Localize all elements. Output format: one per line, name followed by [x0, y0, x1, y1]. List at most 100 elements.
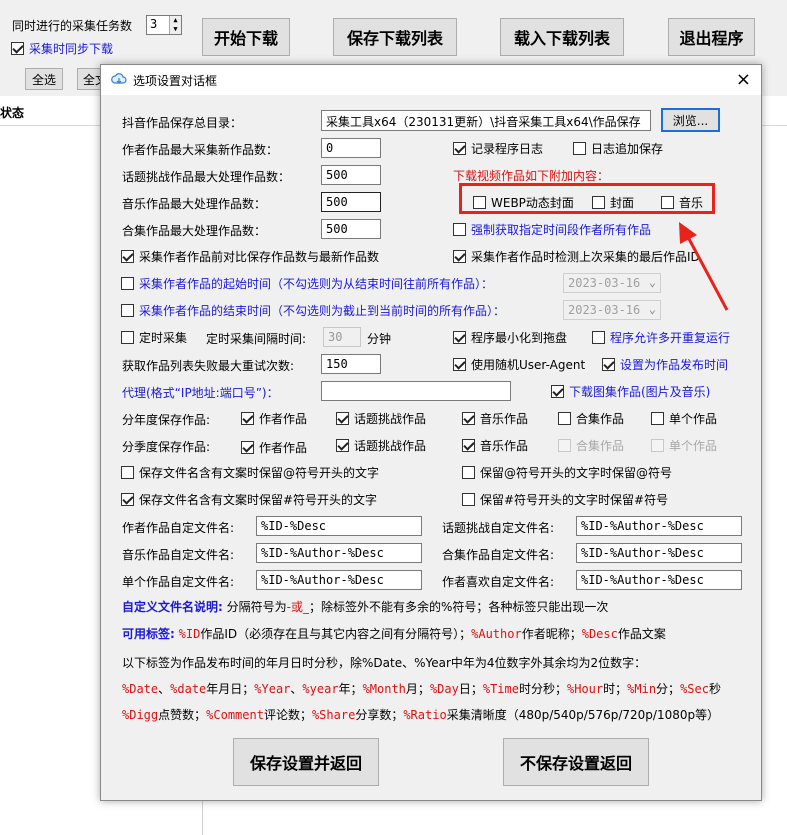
keep-at-text-option[interactable]: 保存文件名含有文案时保留@符号开头的文字 — [121, 464, 379, 481]
proxy-input[interactable] — [321, 381, 511, 401]
by-quarter-label: 分季度保存作品: — [122, 440, 211, 454]
retry-input[interactable]: 150 — [321, 354, 381, 374]
keep-at-text-checkbox[interactable] — [121, 466, 134, 479]
interval-input[interactable]: 30 — [323, 327, 361, 347]
single-filename-input[interactable]: %ID-%Author-%Desc — [256, 570, 422, 590]
select-all-button[interactable]: 全选 — [25, 68, 63, 90]
quarter-topic-checkbox[interactable] — [336, 439, 349, 452]
close-icon[interactable]: × — [736, 69, 751, 90]
collection-filename-input[interactable]: %ID-%Author-%Desc — [576, 543, 742, 563]
keep-at-symbol-checkbox[interactable] — [462, 466, 475, 479]
year-single-option[interactable]: 单个作品 — [651, 410, 717, 427]
tag-month-desc: 月； — [405, 682, 430, 696]
tag-share: %Share — [311, 708, 356, 722]
liked-filename-label: 作者喜欢自定文件名: — [442, 575, 555, 589]
spinner-arrows-icon[interactable]: ▲ ▼ — [169, 16, 181, 34]
topic-filename-input[interactable]: %ID-%Author-%Desc — [576, 516, 742, 536]
task-count-spinner[interactable]: 3 ▲ ▼ — [146, 15, 182, 35]
collection-max-input[interactable]: 500 — [321, 219, 381, 239]
note-time-tags: %Date、%date年月日；%Year、%year年；%Month月；%Day… — [122, 680, 721, 697]
author-max-input[interactable]: 0 — [321, 138, 381, 158]
force-fetch-option[interactable]: 强制获取指定时间段作者所有作品 — [453, 221, 651, 238]
year-author-option[interactable]: 作者作品 — [241, 410, 307, 427]
quarter-single-checkbox[interactable] — [651, 439, 664, 452]
keep-hash-text-checkbox[interactable] — [121, 493, 134, 506]
start-download-button[interactable]: 开始下载 — [202, 18, 290, 56]
set-publish-time-option[interactable]: 设置为作品发布时间 — [602, 356, 728, 373]
quarter-topic-option[interactable]: 话题挑战作品 — [336, 437, 426, 454]
keep-at-text-label: 保存文件名含有文案时保留@符号开头的文字 — [139, 466, 380, 480]
tag-author-desc: 作者昵称； — [521, 627, 582, 641]
quarter-author-checkbox[interactable] — [241, 441, 254, 454]
download-image-works-option[interactable]: 下载图集作品(图片及音乐) — [551, 383, 710, 400]
timed-collect-option[interactable]: 定时采集 — [121, 329, 187, 346]
dialog-titlebar[interactable]: 选项设置对话框 × — [101, 65, 761, 95]
check-last-id-checkbox[interactable] — [453, 250, 466, 263]
minimize-tray-label: 程序最小化到拖盘 — [471, 331, 568, 345]
year-collection-checkbox[interactable] — [558, 412, 571, 425]
year-topic-checkbox[interactable] — [336, 412, 349, 425]
record-log-option[interactable]: 记录程序日志 — [453, 140, 543, 157]
keep-at-symbol-option[interactable]: 保留@符号开头的文字时保留@符号 — [462, 464, 672, 481]
minimize-tray-checkbox[interactable] — [453, 331, 466, 344]
year-collection-option[interactable]: 合集作品 — [558, 410, 624, 427]
save-list-button[interactable]: 保存下载列表 — [333, 18, 457, 56]
start-time-option[interactable]: 采集作者作品的起始时间（不勾选则为从结束时间往前所有作品）： — [121, 275, 493, 292]
end-time-label: 采集作者作品的结束时间（不勾选则为截止到当前时间的所有作品）： — [139, 304, 506, 318]
exit-button[interactable]: 退出程序 — [668, 18, 755, 56]
sync-download-checkbox[interactable] — [11, 42, 24, 55]
quarter-author-option[interactable]: 作者作品 — [241, 439, 307, 456]
download-image-works-label: 下载图集作品(图片及音乐) — [569, 385, 711, 399]
keep-hash-text-option[interactable]: 保存文件名含有文案时保留#符号开头的文字 — [121, 491, 377, 508]
compare-count-option[interactable]: 采集作者作品前对比保存作品数与最新作品数 — [121, 248, 379, 265]
tag-year-desc: 年； — [338, 682, 363, 696]
allow-multi-option[interactable]: 程序允许多开重复运行 — [592, 329, 730, 346]
quarter-collection-option[interactable]: 合集作品 — [558, 437, 624, 454]
year-topic-option[interactable]: 话题挑战作品 — [336, 410, 426, 427]
status-column-header[interactable]: 状态 — [0, 104, 24, 121]
random-ua-checkbox[interactable] — [453, 358, 466, 371]
start-date-picker[interactable]: 2023-03-16 ⌄ — [563, 273, 661, 293]
sync-download-option[interactable]: 采集时同步下载 — [11, 40, 113, 57]
save-dir-input[interactable]: 采集工具x64（230131更新）\抖音采集工具x64\作品保存 — [321, 110, 651, 131]
start-time-checkbox[interactable] — [121, 277, 134, 290]
timed-collect-checkbox[interactable] — [121, 331, 134, 344]
nosave-return-button[interactable]: 不保存设置返回 — [503, 738, 649, 786]
quarter-music-option[interactable]: 音乐作品 — [462, 437, 528, 454]
music-filename-input[interactable]: %ID-%Author-%Desc — [256, 543, 422, 563]
year-single-checkbox[interactable] — [651, 412, 664, 425]
topic-max-input[interactable]: 500 — [321, 165, 381, 185]
keep-hash-symbol-option[interactable]: 保留#符号开头的文字时保留#符号 — [462, 491, 668, 508]
load-list-button[interactable]: 载入下载列表 — [500, 18, 624, 56]
author-filename-input[interactable]: %ID-%Desc — [256, 516, 422, 536]
allow-multi-checkbox[interactable] — [592, 331, 605, 344]
save-return-button[interactable]: 保存设置并返回 — [233, 738, 379, 786]
browse-button[interactable]: 浏览... — [661, 108, 720, 132]
log-append-checkbox[interactable] — [573, 142, 586, 155]
set-publish-time-checkbox[interactable] — [602, 358, 615, 371]
log-append-option[interactable]: 日志追加保存 — [573, 140, 663, 157]
end-time-checkbox[interactable] — [121, 304, 134, 317]
music-max-input[interactable]: 500 — [321, 192, 381, 212]
record-log-checkbox[interactable] — [453, 142, 466, 155]
end-date-picker[interactable]: 2023-03-16 ⌄ — [563, 300, 661, 320]
minimize-tray-option[interactable]: 程序最小化到拖盘 — [453, 329, 567, 346]
year-author-checkbox[interactable] — [241, 412, 254, 425]
year-music-checkbox[interactable] — [462, 412, 475, 425]
year-music-option[interactable]: 音乐作品 — [462, 410, 528, 427]
quarter-music-checkbox[interactable] — [462, 439, 475, 452]
download-image-works-checkbox[interactable] — [551, 385, 564, 398]
check-last-id-option[interactable]: 采集作者作品时检测上次采集的最后作品ID — [453, 248, 700, 265]
note-separator: 自定义文件名说明: 分隔符号为-或_；除标签外不能有多余的%符号；各种标签只能出… — [122, 598, 608, 615]
compare-count-checkbox[interactable] — [121, 250, 134, 263]
note-tags-title: 可用标签: — [122, 627, 175, 641]
keep-hash-symbol-checkbox[interactable] — [462, 493, 475, 506]
tag-month: %Month — [362, 682, 406, 696]
keep-hash-text-label: 保存文件名含有文案时保留#符号开头的文字 — [139, 493, 378, 507]
quarter-collection-checkbox[interactable] — [558, 439, 571, 452]
liked-filename-input[interactable]: %ID-%Author-%Desc — [576, 570, 742, 590]
force-fetch-checkbox[interactable] — [453, 223, 466, 236]
quarter-single-option[interactable]: 单个作品 — [651, 437, 717, 454]
end-time-option[interactable]: 采集作者作品的结束时间（不勾选则为截止到当前时间的所有作品）： — [121, 302, 505, 319]
random-ua-option[interactable]: 使用随机User-Agent — [453, 356, 585, 373]
